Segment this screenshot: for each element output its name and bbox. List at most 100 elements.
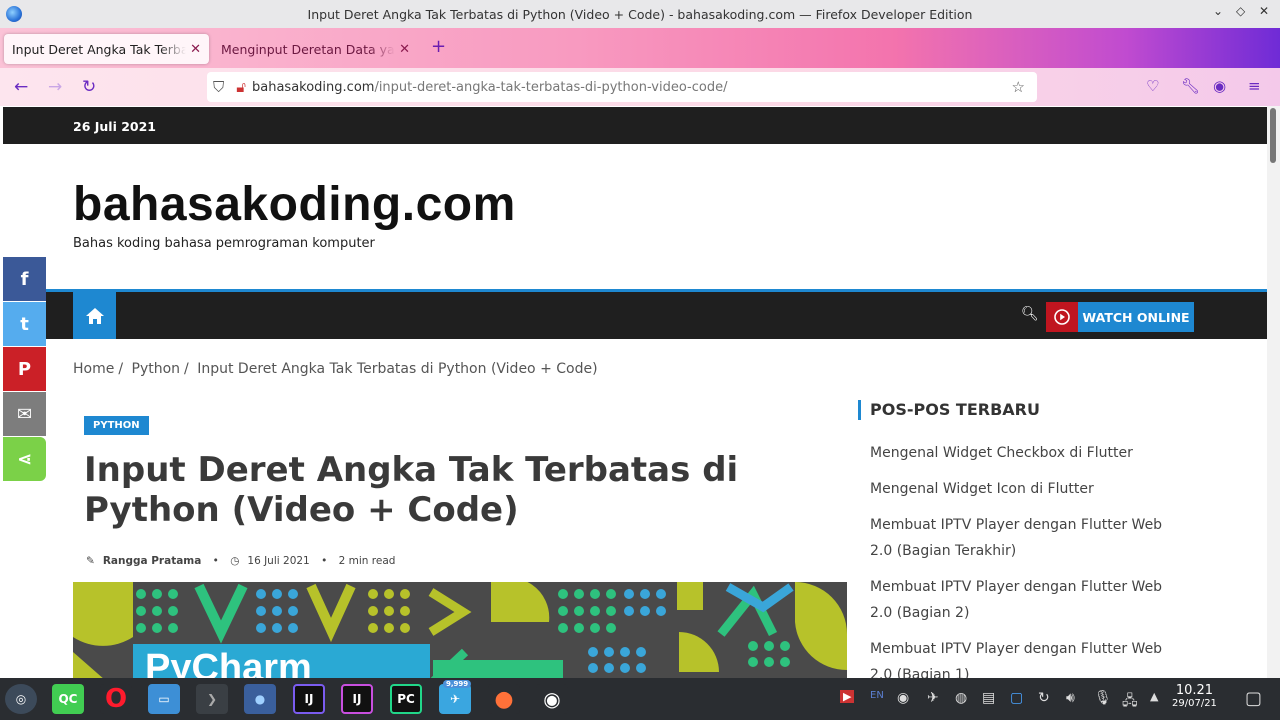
facebook-icon: f — [20, 268, 29, 290]
breadcrumb-category[interactable]: Python — [132, 361, 181, 377]
file-manager-icon[interactable]: ▭ — [148, 684, 180, 714]
tab-inactive[interactable]: Menginput Deretan Data yang Tak Terbatas… — [213, 34, 418, 64]
keyboard-layout[interactable]: EN — [870, 690, 884, 701]
reload-icon[interactable]: ↻ — [82, 77, 96, 97]
close-icon[interactable]: ✕ — [1259, 4, 1269, 18]
main-menu: 🔍︎ WATCH ONLINE — [46, 289, 1267, 339]
window-titlebar: Input Deret Angka Tak Terbatas di Python… — [0, 0, 1280, 28]
recent-post-link[interactable]: Membuat IPTV Player dengan Flutter Web 2… — [858, 512, 1195, 564]
scrollbar-thumb[interactable] — [1270, 108, 1276, 163]
url-domain: bahasakoding.com — [252, 79, 375, 95]
clock-icon: ◷ — [230, 555, 240, 567]
pycharm-icon[interactable]: PC — [390, 684, 422, 714]
telegram-tray-icon[interactable]: ✈ — [927, 690, 939, 706]
update-icon[interactable]: ↻ — [1038, 690, 1050, 706]
site-name[interactable]: bahasakoding.com — [73, 177, 516, 232]
recent-posts-list: Mengenal Widget Checkbox di Flutter Meng… — [858, 430, 1195, 720]
breadcrumb-current: Input Deret Angka Tak Terbatas di Python… — [197, 361, 598, 377]
close-tab-icon[interactable]: ✕ — [399, 42, 410, 57]
share-more-button[interactable]: ⋖ — [3, 437, 46, 481]
tab-title: Input Deret Angka Tak Terbatas di Python… — [12, 41, 187, 57]
taskbar: ◎ QC O ▭ ❯ ● IJ IJ PC ✈ 9,999 ● ◉ ▶ EN ◉ … — [0, 678, 1280, 720]
forward-icon[interactable]: → — [48, 77, 62, 97]
app-launcher-icon[interactable]: ◎ — [5, 684, 37, 714]
intellij-alt-icon[interactable]: IJ — [341, 684, 373, 714]
recent-post-link[interactable]: Membuat IPTV Player dengan Flutter Web 2… — [858, 574, 1195, 626]
new-tab-icon[interactable]: + — [431, 36, 446, 57]
devtools-wrench-icon[interactable]: 🔧︎ — [1181, 77, 1200, 95]
category-badge[interactable]: PYTHON — [84, 416, 149, 435]
url-bar[interactable]: ⛉ 🔓︎ bahasakoding.com/input-deret-angka-… — [207, 72, 1037, 102]
read-time: 2 min read — [338, 555, 396, 567]
search-icon[interactable]: 🔍︎ — [1021, 306, 1039, 322]
tab-bar: Input Deret Angka Tak Terbatas di Python… — [0, 28, 1280, 68]
site-tagline: Bahas koding bahasa pemrograman komputer — [73, 236, 375, 251]
account-icon[interactable]: ◉ — [1213, 77, 1226, 95]
tray-expand-icon[interactable]: ▲ — [1150, 690, 1158, 703]
twitter-icon: t — [20, 313, 29, 335]
pinterest-icon: P — [17, 358, 32, 380]
share-email-button[interactable]: ✉ — [3, 392, 46, 436]
intellij-icon[interactable]: IJ — [293, 684, 325, 714]
opera-icon[interactable]: O — [100, 684, 132, 714]
share-facebook-button[interactable]: f — [3, 257, 46, 301]
watch-online-label: WATCH ONLINE — [1078, 302, 1194, 332]
home-button[interactable] — [73, 292, 116, 339]
home-icon — [85, 307, 104, 324]
article-meta: ✎ Rangga Pratama • ◷ 16 Juli 2021 • 2 min … — [86, 555, 403, 567]
share-icon: ⋖ — [16, 448, 33, 470]
insecure-lock-icon[interactable]: 🔓︎ — [236, 78, 246, 96]
article: PYTHON Input Deret Angka Tak Terbatas di… — [73, 400, 847, 720]
breadcrumb-separator: / — [118, 361, 124, 377]
obs-tray-icon[interactable]: ◉ — [897, 690, 909, 706]
qtcreator-icon[interactable]: QC — [52, 684, 84, 714]
minimize-icon[interactable]: ⌄ — [1213, 4, 1223, 18]
clock[interactable]: 10.21 29/07/21 — [1172, 683, 1217, 709]
breadcrumb: Home / Python / Input Deret Angka Tak Terb… — [73, 361, 602, 377]
meta-separator: • — [212, 555, 219, 567]
network-icon[interactable]: 🖧︎ — [1122, 690, 1138, 714]
share-twitter-button[interactable]: t — [3, 302, 46, 346]
microphone-muted-icon[interactable]: 🎙︎ — [1094, 690, 1112, 706]
article-author[interactable]: Rangga Pratama — [103, 555, 202, 567]
article-title: Input Deret Angka Tak Terbatas di Python… — [84, 450, 739, 530]
close-tab-icon[interactable]: ✕ — [190, 42, 201, 57]
recent-post-link[interactable]: Mengenal Widget Icon di Flutter — [858, 476, 1195, 502]
terminal-icon[interactable]: ❯ — [196, 684, 228, 714]
bookmark-star-icon[interactable]: ☆ — [1012, 78, 1025, 96]
back-icon[interactable]: ← — [14, 77, 28, 97]
window-title: Input Deret Angka Tak Terbatas di Python… — [307, 6, 973, 22]
record-indicator-icon[interactable]: ▶ — [840, 690, 855, 703]
telegram-icon[interactable]: ✈ 9,999 — [439, 680, 472, 714]
clock-date: 29/07/21 — [1172, 698, 1217, 709]
breadcrumb-home[interactable]: Home — [73, 361, 114, 377]
notes-icon[interactable]: ▢ — [1010, 690, 1023, 706]
firefox-dev-icon[interactable]: ● — [244, 684, 276, 714]
share-pinterest-button[interactable]: P — [3, 347, 46, 391]
shield-icon[interactable]: ⛉ — [213, 78, 224, 96]
menu-icon[interactable]: ≡ — [1248, 77, 1261, 95]
email-icon: ✉ — [16, 403, 33, 425]
recent-post-link[interactable]: Mengenal Widget Checkbox di Flutter — [858, 440, 1195, 466]
show-desktop-icon[interactable]: ▢ — [1245, 688, 1262, 709]
obs-icon[interactable]: ◉ — [536, 684, 568, 714]
sidebar-heading: POS-POS TERBARU — [858, 400, 1040, 420]
play-icon — [1046, 302, 1078, 332]
clipboard-icon[interactable]: ▤ — [982, 690, 995, 706]
clock-time: 10.21 — [1175, 683, 1214, 698]
meta-separator: • — [321, 555, 328, 567]
notification-badge: 9,999 — [443, 680, 472, 688]
firefox-icon — [6, 6, 22, 22]
tab-title: Menginput Deretan Data yang Tak Terbatas — [221, 41, 395, 57]
volume-icon[interactable]: 🔊︎ — [1066, 690, 1075, 706]
vpn-icon[interactable]: ◍ — [955, 690, 967, 706]
author-icon: ✎ — [86, 555, 95, 567]
tab-active[interactable]: Input Deret Angka Tak Terbatas di Python… — [4, 34, 209, 64]
firefox-icon[interactable]: ● — [488, 684, 520, 714]
pocket-icon[interactable]: ♡ — [1146, 77, 1159, 95]
page-scrollbar[interactable] — [1267, 106, 1280, 678]
maximize-icon[interactable]: ◇ — [1236, 4, 1245, 18]
url-path: /input-deret-angka-tak-terbatas-di-pytho… — [374, 79, 728, 95]
watch-online-button[interactable]: WATCH ONLINE — [1046, 302, 1194, 332]
article-date: 16 Juli 2021 — [247, 555, 310, 567]
